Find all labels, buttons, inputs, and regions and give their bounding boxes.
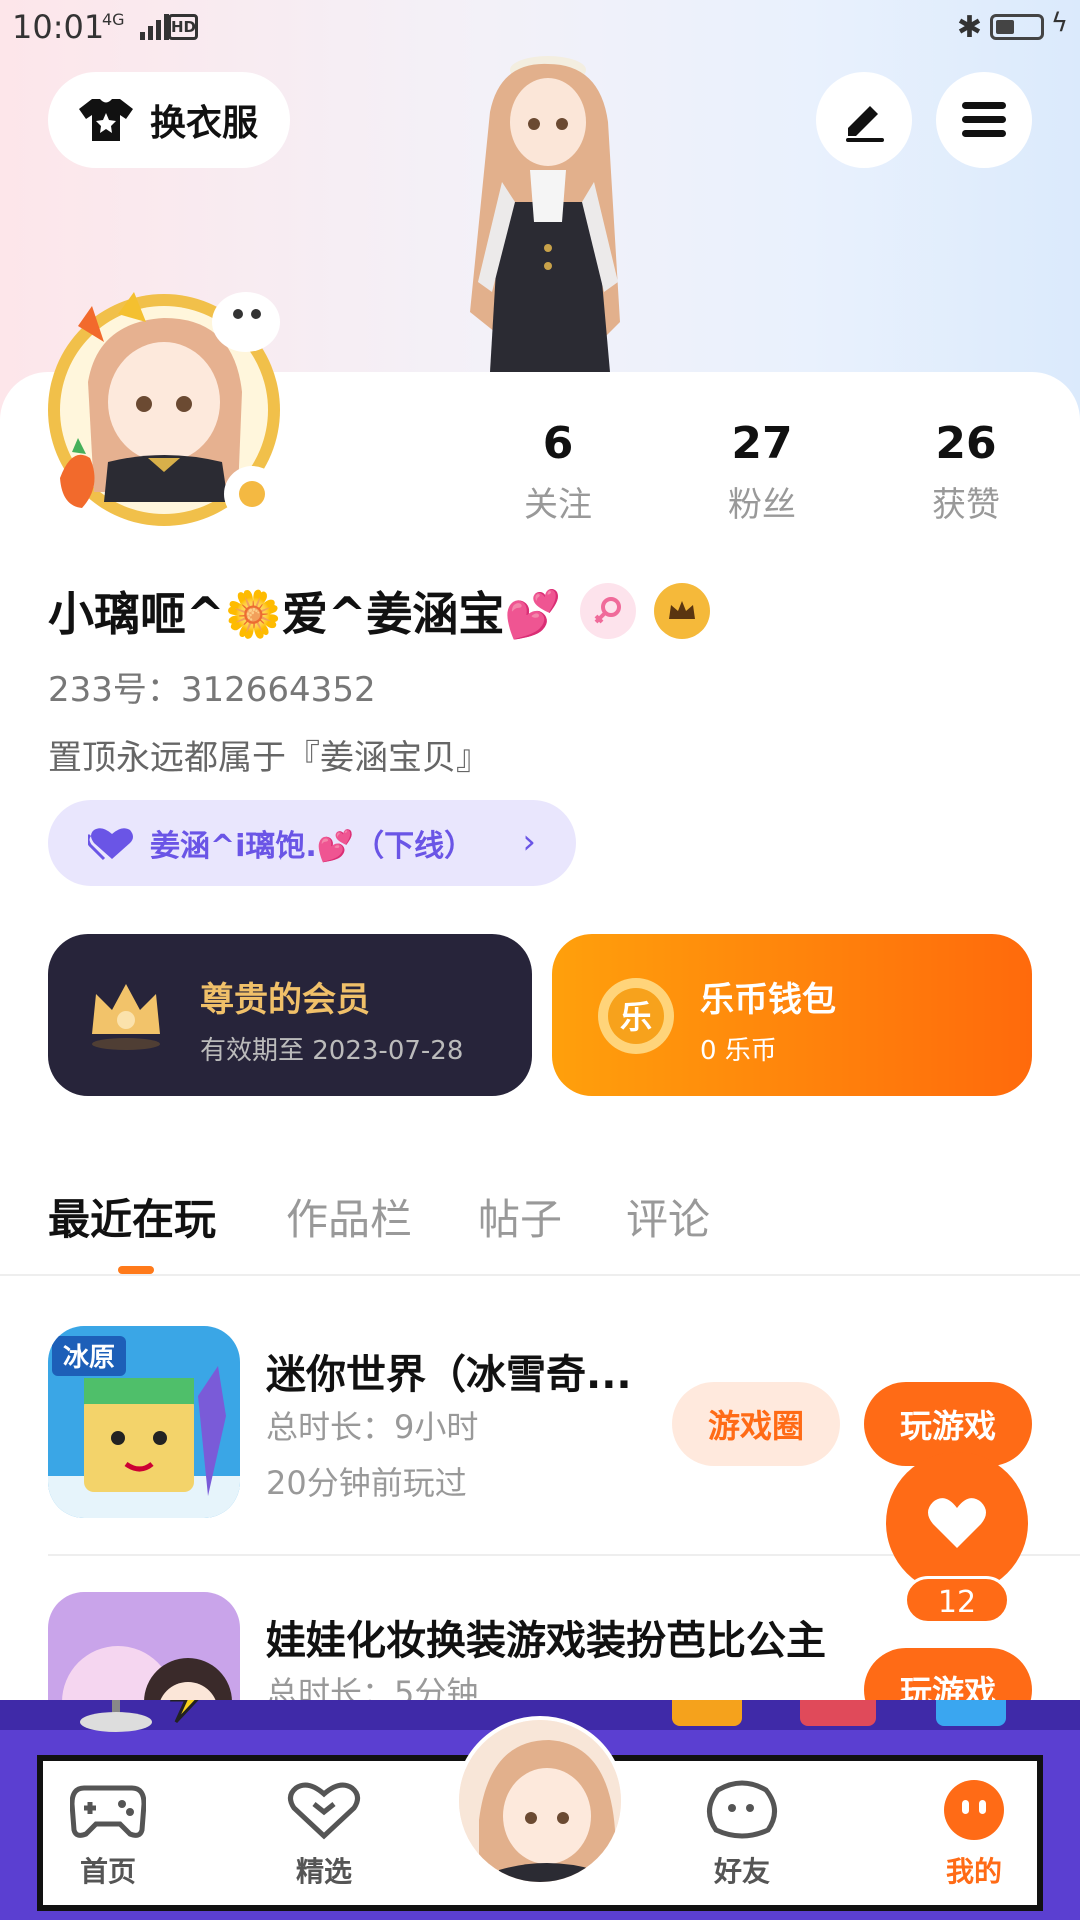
user-id: 233号：312664352: [48, 670, 376, 710]
vip-title: 尊贵的会员: [200, 980, 370, 1020]
game-circle-button[interactable]: 游戏圈: [672, 1382, 840, 1466]
following-label: 关注: [524, 485, 592, 525]
fans-stat[interactable]: 27 粉丝: [682, 418, 842, 526]
status-time: 10:01: [12, 8, 105, 46]
female-gender-icon: [579, 583, 636, 639]
game-last-played: 20分钟前玩过: [266, 1464, 467, 1502]
network-type: 4G: [102, 10, 125, 29]
vip-expiry: 有效期至 2023-07-28: [200, 1036, 464, 1066]
nav-featured[interactable]: 精选: [264, 1780, 384, 1890]
nav-home[interactable]: 首页: [48, 1780, 168, 1890]
profile-avatar[interactable]: [38, 262, 302, 542]
following-stat[interactable]: 6 关注: [478, 418, 638, 526]
following-count: 6: [542, 418, 574, 469]
nav-friends[interactable]: 好友: [682, 1780, 802, 1890]
edit-button[interactable]: [816, 72, 912, 168]
center-avatar-button[interactable]: [455, 1716, 625, 1886]
wallet-amount: 0 乐币: [700, 1036, 777, 1066]
profile-name: 小璃咂^🌼爱^姜涵宝💕: [48, 587, 562, 641]
game-title: 娃娃化妆换装游戏装扮芭比公主: [266, 1618, 826, 1664]
nav-featured-label: 精选: [295, 1855, 352, 1888]
center-avatar-image: [459, 1720, 621, 1882]
heart-icon: [928, 1498, 986, 1548]
bluetooth-icon: ✱: [956, 10, 982, 45]
hd-badge: HD: [168, 14, 198, 40]
friends-face-icon: [707, 1780, 777, 1839]
heart-chat-icon: [288, 1782, 360, 1840]
like-count-badge: 12: [904, 1576, 1010, 1624]
fans-count: 27: [731, 418, 793, 469]
nav-home-label: 首页: [79, 1855, 136, 1888]
coin-glyph: 乐: [620, 998, 652, 1036]
gamepad-icon: [69, 1785, 147, 1838]
coin-wallet-card[interactable]: 乐 乐币钱包 0 乐币: [552, 934, 1032, 1096]
avatar-3d-character[interactable]: [430, 52, 660, 372]
nav-mine[interactable]: 我的: [914, 1780, 1034, 1890]
tshirt-icon: [79, 99, 133, 141]
tab-recently-played[interactable]: 最近在玩: [48, 1186, 216, 1247]
likes-count: 26: [935, 418, 997, 469]
active-tab-indicator: [118, 1266, 154, 1274]
profile-name-row: 小璃咂^🌼爱^姜涵宝💕: [48, 578, 710, 644]
like-floating-button[interactable]: [886, 1452, 1028, 1594]
hamburger-menu-icon: [962, 102, 1006, 137]
game-icon-text: 冰原: [63, 1343, 115, 1373]
tab-comments[interactable]: 评论: [626, 1186, 710, 1247]
vip-crown-icon: [92, 984, 160, 1050]
battery-icon: [990, 14, 1044, 40]
likes-label: 获赞: [932, 485, 1000, 525]
game-icon-mini-world: 冰原: [48, 1326, 240, 1518]
nav-mine-label: 我的: [945, 1855, 1002, 1888]
charging-icon: ϟ: [1050, 8, 1068, 38]
tab-works[interactable]: 作品栏: [286, 1186, 412, 1247]
double-heart-icon: [88, 828, 133, 861]
likes-stat[interactable]: 26 获赞: [886, 418, 1046, 526]
fans-label: 粉丝: [728, 485, 796, 525]
pen-icon: [846, 106, 884, 142]
game-title: 迷你世界（冰雪奇...: [266, 1352, 632, 1398]
profile-bio: 置顶永远都属于『姜涵宝贝』: [48, 738, 490, 778]
change-outfit-button[interactable]: 换衣服: [48, 72, 290, 168]
status-bar: 10:01 4G HD ✱ ϟ: [0, 0, 1080, 56]
chevron-right-icon: ›: [522, 822, 536, 862]
partner-link[interactable]: 姜涵^i璃饱.💕（下线） ›: [48, 800, 576, 886]
mine-face-icon: [944, 1780, 1004, 1840]
nav-friends-label: 好友: [713, 1855, 770, 1888]
game-duration: 总时长：9小时: [266, 1408, 479, 1446]
vip-membership-card[interactable]: 尊贵的会员 有效期至 2023-07-28: [48, 934, 532, 1096]
tab-posts[interactable]: 帖子: [478, 1186, 562, 1247]
wallet-title: 乐币钱包: [700, 980, 836, 1020]
partner-name: 姜涵^i璃饱.💕（下线）: [150, 829, 475, 864]
menu-button[interactable]: [936, 72, 1032, 168]
profile-tabs: 最近在玩 作品栏 帖子 评论: [0, 1180, 1080, 1276]
change-outfit-label: 换衣服: [150, 103, 259, 144]
crown-badge-icon[interactable]: [653, 583, 710, 639]
coin-icon: 乐: [598, 978, 674, 1054]
